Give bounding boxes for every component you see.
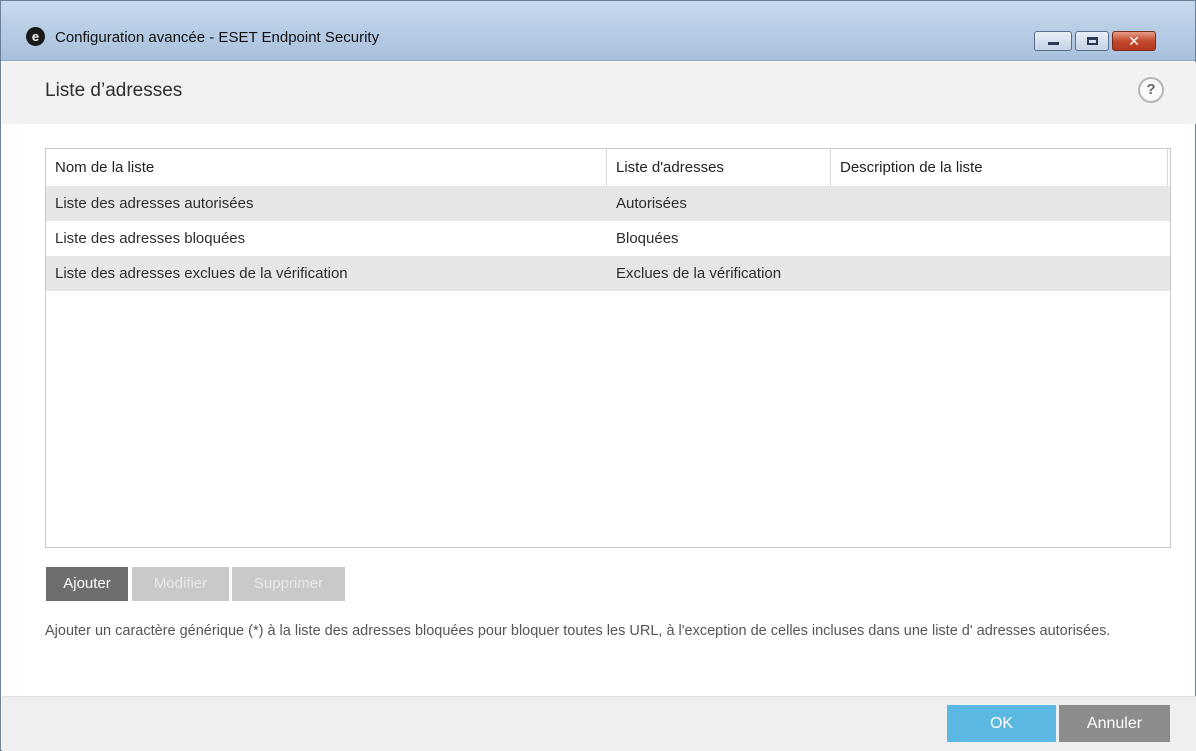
column-header-address-list[interactable]: Liste d'adresses	[607, 149, 831, 186]
cell-list-description	[831, 186, 1168, 221]
help-icon[interactable]: ?	[1138, 77, 1164, 103]
wildcard-hint-text: Ajouter un caractère générique (*) à la …	[45, 623, 1111, 639]
edit-button[interactable]: Modifier	[132, 567, 229, 601]
cell-list-description	[831, 256, 1168, 291]
cell-address-list: Exclues de la vérification	[616, 265, 782, 282]
title-bar[interactable]: e Configuration avancée - ESET Endpoint …	[1, 1, 1195, 61]
ok-button[interactable]: OK	[947, 705, 1056, 742]
address-list-table: Nom de la liste Liste d'adresses Descrip…	[45, 148, 1171, 548]
window-title: Configuration avancée - ESET Endpoint Se…	[55, 29, 380, 46]
maximize-icon	[1087, 37, 1098, 45]
cancel-button[interactable]: Annuler	[1059, 705, 1170, 742]
cell-list-name: Liste des adresses autorisées	[55, 195, 254, 212]
delete-button[interactable]: Supprimer	[232, 567, 345, 601]
table-header: Nom de la liste Liste d'adresses Descrip…	[46, 149, 1170, 186]
eset-logo-icon: e	[26, 27, 45, 46]
maximize-button[interactable]	[1075, 31, 1109, 51]
cell-list-name: Liste des adresses exclues de la vérific…	[55, 265, 348, 282]
add-button[interactable]: Ajouter	[46, 567, 128, 601]
table-row[interactable]: Liste des adresses autorisées Autorisées	[46, 186, 1170, 221]
column-header-list-name[interactable]: Nom de la liste	[46, 149, 607, 186]
table-row[interactable]: Liste des adresses bloquées Bloquées	[46, 221, 1170, 256]
cell-list-name: Liste des adresses bloquées	[55, 230, 246, 247]
minimize-button[interactable]	[1034, 31, 1072, 51]
cell-address-list: Autorisées	[616, 195, 687, 212]
column-header-list-description[interactable]: Description de la liste	[831, 149, 1168, 186]
table-row[interactable]: Liste des adresses exclues de la vérific…	[46, 256, 1170, 291]
close-button[interactable]: ✕	[1112, 31, 1156, 51]
minimize-icon	[1048, 42, 1059, 45]
cell-address-list: Bloquées	[616, 230, 679, 247]
advanced-setup-window: e Configuration avancée - ESET Endpoint …	[0, 0, 1196, 751]
cell-list-description	[831, 221, 1168, 256]
close-icon: ✕	[1128, 33, 1140, 49]
page-title: Liste d’adresses	[45, 80, 183, 101]
